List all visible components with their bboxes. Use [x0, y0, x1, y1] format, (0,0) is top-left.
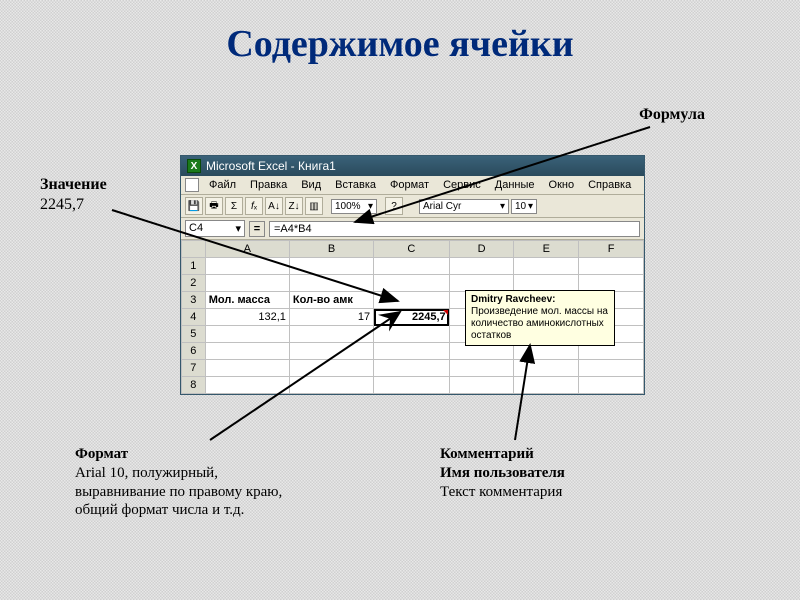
select-all-cell[interactable] — [182, 241, 206, 258]
label-comment-l1: Имя пользователя — [440, 465, 565, 481]
excel-titlebar: X Microsoft Excel - Книга1 — [181, 156, 644, 176]
label-comment-l2: Текст комментария — [440, 484, 562, 500]
label-format: Формат Arial 10, полужирный, выравнивани… — [75, 445, 335, 520]
chevron-down-icon: ▾ — [368, 201, 373, 212]
cell-A3[interactable]: Мол. масса — [205, 292, 289, 309]
menu-edit[interactable]: Правка — [244, 178, 293, 192]
cell-B3[interactable]: Кол-во амк — [289, 292, 373, 309]
sort-asc-icon[interactable]: A↓ — [265, 197, 283, 215]
row-header-6[interactable]: 6 — [182, 343, 206, 360]
comment-author: Dmitry Ravcheev: — [471, 294, 555, 305]
chevron-down-icon: ▾ — [235, 222, 241, 235]
chart-icon[interactable]: ▥ — [305, 197, 323, 215]
save-icon[interactable]: 💾 — [185, 197, 203, 215]
formula-input[interactable]: =A4*B4 — [269, 221, 640, 237]
label-value: Значение 2245,7 — [40, 175, 160, 215]
col-header-E[interactable]: E — [514, 241, 579, 258]
fontsize-select[interactable]: 10▾ — [511, 199, 537, 214]
menu-file[interactable]: Файл — [203, 178, 242, 192]
print-icon[interactable]: 🖶 — [205, 197, 223, 215]
cell-A4[interactable]: 132,1 — [205, 309, 289, 326]
zoom-select[interactable]: 100%▾ — [331, 199, 377, 214]
menu-help[interactable]: Справка — [582, 178, 637, 192]
label-value-number: 2245,7 — [40, 196, 84, 213]
row-header-4[interactable]: 4 — [182, 309, 206, 326]
row-header-3[interactable]: 3 — [182, 292, 206, 309]
excel-window-title: Microsoft Excel - Книга1 — [206, 159, 336, 173]
row-header-2[interactable]: 2 — [182, 275, 206, 292]
col-header-F[interactable]: F — [579, 241, 644, 258]
menu-format[interactable]: Формат — [384, 178, 435, 192]
row-header-1[interactable]: 1 — [182, 258, 206, 275]
equals-button[interactable]: = — [249, 221, 265, 237]
excel-app-icon: X — [187, 159, 201, 173]
menu-tools[interactable]: Сервис — [437, 178, 487, 192]
chevron-down-icon: ▾ — [528, 201, 533, 212]
sum-icon[interactable]: Σ — [225, 197, 243, 215]
font-select[interactable]: Arial Cyr▾ — [419, 199, 509, 214]
col-header-C[interactable]: C — [374, 241, 450, 258]
col-header-D[interactable]: D — [449, 241, 514, 258]
fx-icon[interactable]: fₓ — [245, 197, 263, 215]
row-header-7[interactable]: 7 — [182, 360, 206, 377]
formula-bar: C4▾ = =A4*B4 — [181, 218, 644, 240]
excel-toolbar: 💾 🖶 Σ fₓ A↓ Z↓ ▥ 100%▾ ? Arial Cyr▾ 10▾ — [181, 195, 644, 218]
label-comment-title: Комментарий — [440, 446, 534, 462]
row-header-5[interactable]: 5 — [182, 326, 206, 343]
cell-C4[interactable]: 2245,7 — [374, 309, 450, 326]
excel-window: X Microsoft Excel - Книга1 Файл Правка В… — [180, 155, 645, 395]
cell-comment-tooltip: Dmitry Ravcheev: Произведение мол. массы… — [465, 290, 615, 346]
label-comment: Комментарий Имя пользователя Текст комме… — [440, 445, 660, 501]
col-header-B[interactable]: B — [289, 241, 373, 258]
menu-data[interactable]: Данные — [489, 178, 541, 192]
name-box[interactable]: C4▾ — [185, 220, 245, 237]
cell-B4[interactable]: 17 — [289, 309, 373, 326]
label-value-title: Значение — [40, 176, 107, 193]
comment-text: Произведение мол. массы на количество ам… — [471, 306, 608, 341]
document-icon — [185, 178, 199, 192]
help-icon[interactable]: ? — [385, 197, 403, 215]
page-title: Содержимое ячейки — [0, 22, 800, 66]
chevron-down-icon: ▾ — [500, 201, 505, 212]
label-format-text: Arial 10, полужирный, выравнивание по пр… — [75, 465, 282, 519]
row-header-8[interactable]: 8 — [182, 377, 206, 394]
col-header-A[interactable]: A — [205, 241, 289, 258]
menu-view[interactable]: Вид — [295, 178, 327, 192]
label-format-title: Формат — [75, 446, 128, 462]
excel-menubar: Файл Правка Вид Вставка Формат Сервис Да… — [181, 176, 644, 195]
menu-window[interactable]: Окно — [543, 178, 581, 192]
sort-desc-icon[interactable]: Z↓ — [285, 197, 303, 215]
label-formula: Формула — [639, 105, 705, 125]
menu-insert[interactable]: Вставка — [329, 178, 382, 192]
